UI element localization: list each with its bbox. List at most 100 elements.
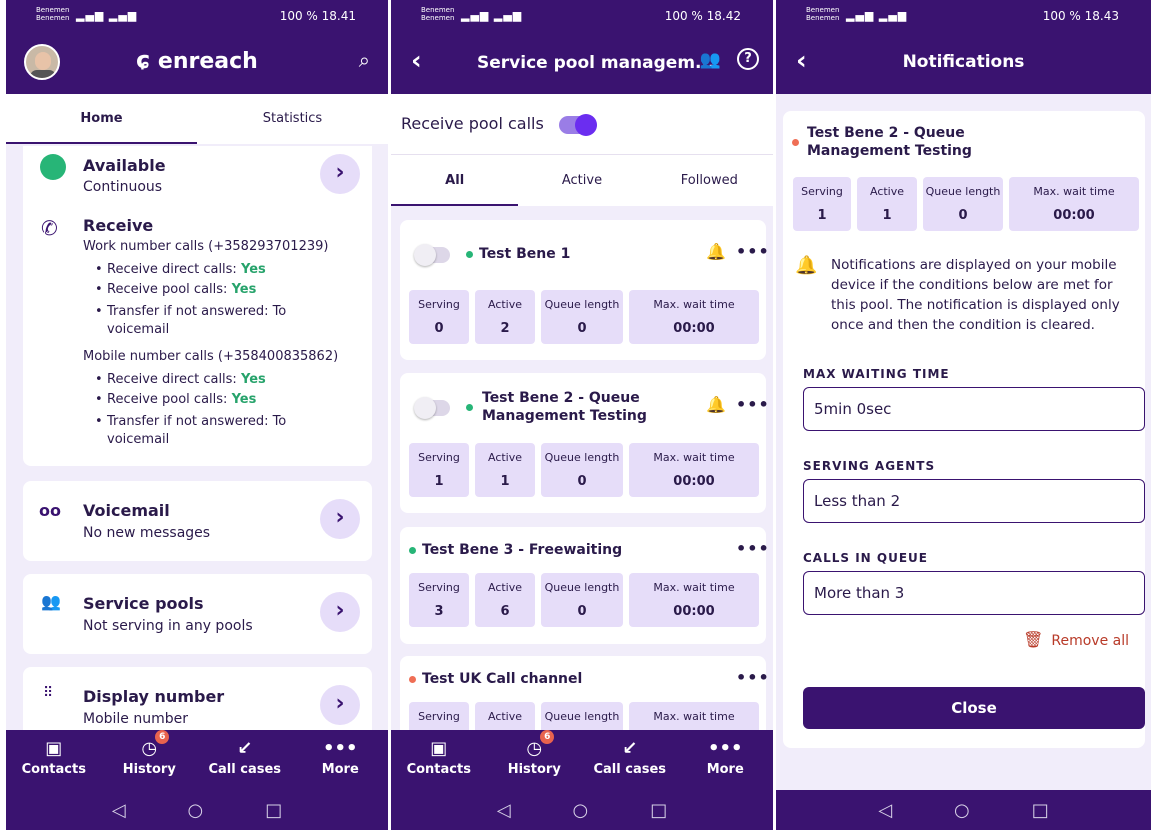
stat-queue-length: Queue length 0 bbox=[541, 290, 623, 344]
stat-active: Active 1 bbox=[475, 443, 535, 497]
mobile-direct-calls: Receive direct calls: Yes bbox=[95, 372, 266, 387]
pool-card[interactable]: Test Bene 3 - Freewaiting ••• Serving 3 A… bbox=[400, 527, 769, 644]
tab-active[interactable]: Active bbox=[518, 155, 645, 206]
back-nav-icon[interactable]: ◁ bbox=[497, 800, 511, 821]
tab-all[interactable]: All bbox=[391, 155, 519, 206]
pool-follow-toggle[interactable] bbox=[414, 244, 450, 266]
enreach-logo: ɕ enreach bbox=[136, 46, 258, 74]
back-button[interactable]: ‹ bbox=[411, 46, 422, 76]
nav-call-cases[interactable]: ↙ Call cases bbox=[197, 730, 293, 790]
voicemail-card[interactable]: oo Voicemail No new messages › bbox=[23, 481, 372, 561]
status-bar: Benemen Benemen ▂▄▆ ▂▄▆ 100 % 18.43 bbox=[776, 0, 1151, 32]
serving-agents-label: SERVING AGENTS bbox=[803, 459, 936, 473]
receive-pool-calls-row: Receive pool calls bbox=[391, 94, 773, 154]
search-icon[interactable]: ⌕ bbox=[359, 48, 370, 72]
receive-pool-calls-toggle[interactable] bbox=[559, 114, 597, 136]
page-title: Service pool managem... bbox=[477, 53, 715, 73]
nav-history[interactable]: ◷ 6 History bbox=[487, 730, 583, 790]
available-status-icon bbox=[40, 154, 66, 180]
stat-max-wait: Max. wait time 00:00 bbox=[629, 290, 759, 344]
stat-max-wait: Max. wait time 00:00 bbox=[629, 573, 759, 627]
more-options-icon[interactable]: ••• bbox=[736, 668, 770, 687]
stat-serving: Serving 0 bbox=[409, 290, 469, 344]
tab-statistics[interactable]: Statistics bbox=[197, 94, 388, 144]
more-options-icon[interactable]: ••• bbox=[736, 539, 770, 558]
carrier-label: Benemen Benemen bbox=[806, 6, 840, 22]
app-bar: ‹ Notifications bbox=[776, 32, 1151, 94]
display-number-chevron-button[interactable]: › bbox=[320, 685, 360, 725]
home-nav-icon[interactable]: ○ bbox=[954, 800, 970, 821]
signal-icon: ▂▄▆ ▂▄▆ bbox=[461, 9, 523, 22]
receive-title: Receive bbox=[83, 216, 154, 235]
tab-followed[interactable]: Followed bbox=[646, 155, 773, 206]
battery-clock: 100 % 18.42 bbox=[664, 9, 741, 23]
battery-clock: 100 % 18.43 bbox=[1042, 9, 1119, 23]
service-pool-screen: Benemen Benemen ▂▄▆ ▂▄▆ 100 % 18.42 ‹ Ser… bbox=[391, 0, 773, 830]
contacts-icon: ▣ bbox=[430, 738, 448, 759]
bottom-nav: ◁ ○ □ bbox=[776, 790, 1151, 830]
pool-tabs: All Active Followed bbox=[391, 154, 773, 206]
service-pools-card[interactable]: 👥 Service pools Not serving in any pools… bbox=[23, 574, 372, 654]
remove-all-button[interactable]: 🗑 Remove all bbox=[1023, 630, 1129, 649]
nav-more[interactable]: ••• More bbox=[678, 730, 774, 790]
calls-in-queue-field[interactable]: More than 3 bbox=[803, 571, 1145, 615]
stat-active: Active 2 bbox=[475, 290, 535, 344]
people-icon[interactable]: 👥 bbox=[700, 50, 721, 70]
tab-home[interactable]: Home bbox=[6, 94, 197, 144]
available-sub: Continuous bbox=[83, 179, 163, 195]
voicemail-sub: No new messages bbox=[83, 525, 211, 541]
pool-name: Test Bene 2 - Queue Management Testing bbox=[807, 125, 972, 159]
carrier-label: Benemen Benemen bbox=[421, 6, 455, 22]
work-direct-calls: Receive direct calls: Yes bbox=[95, 262, 266, 277]
availability-chevron-button[interactable]: › bbox=[320, 154, 360, 194]
more-options-icon[interactable]: ••• bbox=[736, 395, 770, 414]
avatar[interactable] bbox=[24, 44, 60, 80]
pool-name: Test Bene 3 - Freewaiting bbox=[409, 541, 622, 559]
home-tabs: Home Statistics bbox=[6, 94, 388, 144]
nav-contacts[interactable]: ▣ Contacts bbox=[6, 730, 102, 790]
service-pools-chevron-button[interactable]: › bbox=[320, 592, 360, 632]
recents-nav-icon[interactable]: □ bbox=[650, 800, 667, 821]
recents-nav-icon[interactable]: □ bbox=[265, 800, 282, 821]
stat-queue-length: Queue length 0 bbox=[541, 573, 623, 627]
nav-call-cases[interactable]: ↙ Call cases bbox=[582, 730, 678, 790]
back-nav-icon[interactable]: ◁ bbox=[878, 800, 892, 821]
bottom-nav: ▣ Contacts ◷ 6 History ↙ Call cases ••• More … bbox=[6, 730, 388, 830]
voicemail-chevron-button[interactable]: › bbox=[320, 499, 360, 539]
contacts-icon: ▣ bbox=[45, 738, 63, 759]
pool-card[interactable]: Test Bene 2 - Queue Management Testing 🔔 … bbox=[400, 373, 769, 513]
home-nav-icon[interactable]: ○ bbox=[573, 800, 589, 821]
mobile-transfer: Transfer if not answered: Tovoicemail bbox=[95, 413, 286, 449]
serving-agents-field[interactable]: Less than 2 bbox=[803, 479, 1145, 523]
stat-active: Active 6 bbox=[475, 573, 535, 627]
signal-icon: ▂▄▆ ▂▄▆ bbox=[76, 9, 138, 22]
system-nav: ◁ ○ □ bbox=[6, 790, 388, 830]
more-icon: ••• bbox=[707, 738, 743, 759]
close-button[interactable]: Close bbox=[803, 687, 1145, 729]
more-options-icon[interactable]: ••• bbox=[736, 242, 770, 261]
work-number-calls: Work number calls (+358293701239) bbox=[83, 239, 329, 254]
service-pools-title: Service pools bbox=[83, 594, 204, 613]
notification-dialog: Test Bene 2 - Queue Management Testing Se… bbox=[783, 111, 1145, 748]
home-nav-icon[interactable]: ○ bbox=[188, 800, 204, 821]
notification-info: Notifications are displayed on your mobi… bbox=[831, 257, 1120, 333]
pool-follow-toggle[interactable] bbox=[414, 397, 450, 419]
nav-history[interactable]: ◷ 6 History bbox=[102, 730, 198, 790]
bell-icon[interactable]: 🔔 bbox=[706, 395, 726, 414]
pool-card[interactable]: Test Bene 1 🔔 ••• Serving 0 Active 2 Queue… bbox=[400, 220, 769, 360]
recents-nav-icon[interactable]: □ bbox=[1032, 800, 1049, 821]
bottom-nav: ▣ Contacts ◷ 6 History ↙ Call cases ••• More … bbox=[391, 730, 773, 830]
nav-contacts[interactable]: ▣ Contacts bbox=[391, 730, 487, 790]
max-waiting-field[interactable]: 5min 0sec bbox=[803, 387, 1145, 431]
nav-more[interactable]: ••• More bbox=[293, 730, 389, 790]
back-nav-icon[interactable]: ◁ bbox=[112, 800, 126, 821]
status-dot-icon bbox=[466, 404, 473, 411]
mobile-number-calls: Mobile number calls (+358400835862) bbox=[83, 349, 339, 364]
help-icon[interactable]: ? bbox=[737, 48, 759, 70]
stat-queue-length: Queue length 0 bbox=[541, 443, 623, 497]
status-bar: Benemen Benemen ▂▄▆ ▂▄▆ 100 % 18.41 bbox=[6, 0, 388, 32]
pool-name: Test Bene 2 - Queue Management Testing bbox=[482, 390, 647, 424]
bell-icon[interactable]: 🔔 bbox=[706, 242, 726, 261]
status-bar: Benemen Benemen ▂▄▆ ▂▄▆ 100 % 18.42 bbox=[391, 0, 773, 32]
system-nav: ◁ ○ □ bbox=[391, 790, 773, 830]
